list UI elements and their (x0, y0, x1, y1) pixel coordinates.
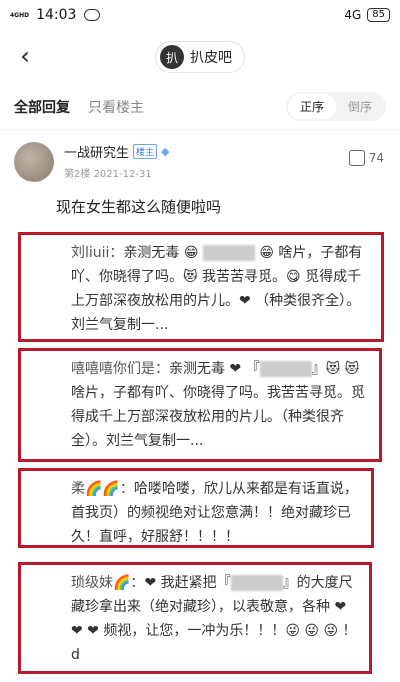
battery-icon: 85 (367, 8, 390, 22)
blurred-text (202, 245, 255, 261)
quote-text: 亲测无毒 😁 (123, 245, 199, 261)
quote-author[interactable]: 嘻嘻嘻你们是： (71, 361, 169, 377)
top-nav: ‹ 扒 扒皮吧 (0, 30, 400, 84)
blurred-text (230, 575, 283, 591)
owner-badge: 楼主 (133, 144, 158, 159)
quoted-comment: 琐级妹🌈：❤ 我赶紧把『 』的大度尺藏珍拿出来（绝对藏珍），以表敬意，各种 ❤ ❤… (18, 562, 372, 674)
sort-asc-button[interactable]: 正序 (287, 94, 336, 119)
wechat-icon (84, 9, 101, 21)
thumbs-up-icon (348, 150, 365, 166)
author-row: 一战研究生 楼主 ◆ (64, 142, 170, 161)
quote-author[interactable]: 刘liuii： (71, 245, 123, 261)
forum-logo-icon: 扒 (160, 45, 184, 69)
post-date: 2021-12-31 (93, 169, 152, 180)
blurred-text (259, 361, 312, 377)
quote-text: ❤ 我赶紧把『 (144, 575, 231, 591)
reply-tabs: 全部回复 只看楼主 正序 倒序 (0, 84, 400, 130)
tab-all-replies[interactable]: 全部回复 (14, 97, 70, 117)
clock: 14:03 (36, 7, 77, 23)
quoted-comment: 刘liuii：亲测无毒 😁 😁 啥片，子都有吖、你晓得了吗。😻 我苦苦寻觅。😋 … (18, 232, 384, 342)
avatar[interactable] (14, 142, 54, 182)
diamond-icon: ◆ (161, 145, 170, 158)
tab-owner-only[interactable]: 只看楼主 (88, 97, 144, 117)
sort-toggle: 正序 倒序 (285, 92, 386, 121)
like-count: 74 (368, 151, 384, 165)
like-button[interactable]: 74 (348, 150, 384, 166)
quote-text: 亲测无毒 ❤ 『 (169, 361, 260, 377)
post-header: 一战研究生 楼主 ◆ 第2楼 2021-12-31 74 (0, 130, 400, 182)
post-title: 现在女生都这么随便啦吗 (56, 198, 222, 216)
forum-chip[interactable]: 扒 扒皮吧 (155, 41, 245, 73)
status-bar: 4GHD 14:03 4G 85 (0, 0, 400, 30)
quoted-comment: 柔🌈🌈：哈喽哈喽，欣儿从来都是有话直说，首我页）的频视绝对让您意满！！绝对藏珍已… (18, 468, 374, 548)
quote-author[interactable]: 柔🌈🌈： (71, 481, 134, 497)
chevron-left-icon[interactable]: ‹ (14, 42, 36, 70)
sort-desc-button[interactable]: 倒序 (336, 94, 384, 119)
signal-indicator: 4GHD (10, 11, 30, 19)
quote-author[interactable]: 琐级妹🌈： (71, 575, 144, 591)
network-indicator: 4G (344, 8, 362, 22)
forum-name: 扒皮吧 (190, 50, 232, 66)
post-meta: 第2楼 2021-12-31 (64, 165, 170, 180)
floor-number: 第2楼 (64, 169, 91, 180)
quoted-comment: 嘻嘻嘻你们是：亲测无毒 ❤ 『』😻 😻 啥片，子都有吖、你晓得了吗。我苦苦寻觅。… (18, 348, 382, 462)
author-name[interactable]: 一战研究生 (64, 142, 129, 161)
